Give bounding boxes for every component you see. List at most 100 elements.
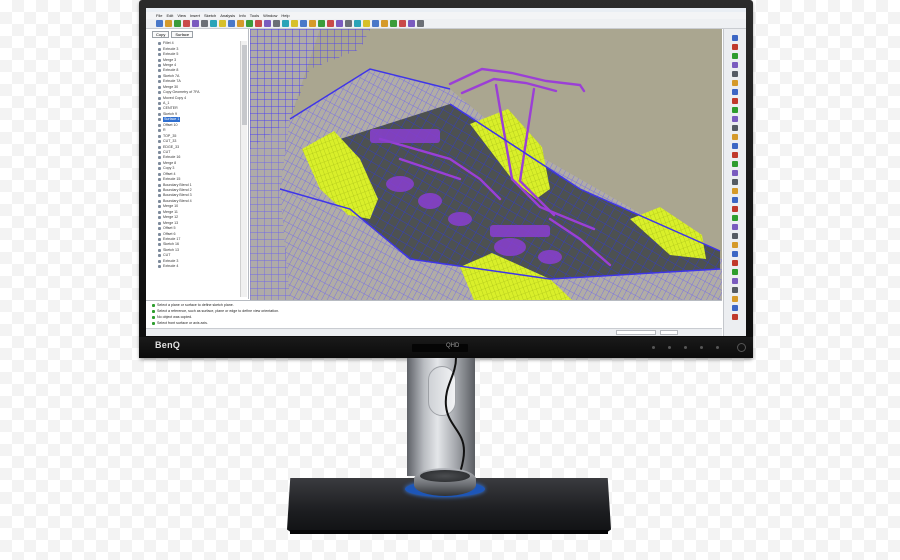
menu-help[interactable]: Help (281, 12, 289, 19)
sketch-tool-icon[interactable] (732, 35, 738, 41)
sketch-tool-icon[interactable] (732, 287, 738, 293)
sketch-tool-icon[interactable] (732, 188, 738, 194)
toolbar-tool-icon[interactable] (354, 20, 361, 27)
sketch-tool-icon[interactable] (732, 305, 738, 311)
feature-icon (158, 53, 161, 57)
toolbar-tool-icon[interactable] (246, 20, 253, 27)
tree-item-label: CUT (163, 149, 171, 154)
sketch-tool-icon[interactable] (732, 170, 738, 176)
osd-key[interactable] (716, 346, 719, 349)
feature-icon (158, 156, 161, 160)
menu-analysis[interactable]: Analysis (220, 12, 235, 19)
sketch-tool-icon[interactable] (732, 71, 738, 77)
sketch-tool-icon[interactable] (732, 143, 738, 149)
toolbar-tool-icon[interactable] (192, 20, 199, 27)
toolbar-tool-icon[interactable] (264, 20, 271, 27)
feature-icon (158, 102, 161, 106)
toolbar-tool-icon[interactable] (417, 20, 424, 27)
sketch-tool-icon[interactable] (732, 233, 738, 239)
sketch-tool-icon[interactable] (732, 251, 738, 257)
sketch-tool-icon[interactable] (732, 269, 738, 275)
toolbar-tool-icon[interactable] (165, 20, 172, 27)
sketch-tool-icon[interactable] (732, 215, 738, 221)
toolbar-tool-icon[interactable] (336, 20, 343, 27)
tree-item-label: Sketch 16 (163, 242, 179, 247)
toolbar-tool-icon[interactable] (381, 20, 388, 27)
menu-info[interactable]: Info (239, 12, 246, 19)
sketch-tool-icon[interactable] (732, 116, 738, 122)
toolbar-tool-icon[interactable] (300, 20, 307, 27)
toolbar-tool-icon[interactable] (219, 20, 226, 27)
sketch-tool-icon[interactable] (732, 125, 738, 131)
sketch-tool-icon[interactable] (732, 62, 738, 68)
sketch-tool-icon[interactable] (732, 314, 738, 320)
menu-tools[interactable]: Tools (250, 12, 259, 19)
toolbar-tool-icon[interactable] (282, 20, 289, 27)
sketch-tool-icon[interactable] (732, 89, 738, 95)
toolbar-tool-icon[interactable] (210, 20, 217, 27)
sketch-tool-icon[interactable] (732, 152, 738, 158)
tree-filter-dropdown[interactable]: Copy (152, 31, 170, 38)
tree-item[interactable]: Copy Geometry of 7FA (158, 90, 200, 95)
toolbar-tool-icon[interactable] (228, 20, 235, 27)
status-field[interactable] (616, 330, 656, 335)
tree-item[interactable]: Extrude 4 (158, 264, 200, 269)
menu-bar: File Edit View Insert Sketch Analysis Info Tool… (146, 12, 746, 19)
toolbar-tool-icon[interactable] (318, 20, 325, 27)
sketch-tool-icon[interactable] (732, 224, 738, 230)
menu-sketch[interactable]: Sketch (204, 12, 216, 19)
toolbar-tool-icon[interactable] (309, 20, 316, 27)
osd-key[interactable] (684, 346, 687, 349)
menu-window[interactable]: Window (263, 12, 277, 19)
feature-icon (158, 254, 161, 258)
toolbar-tool-icon[interactable] (183, 20, 190, 27)
power-button[interactable] (737, 343, 746, 352)
toolbar-tool-icon[interactable] (399, 20, 406, 27)
toolbar-tool-icon[interactable] (156, 20, 163, 27)
sketch-tool-icon[interactable] (732, 107, 738, 113)
tree-type-dropdown[interactable]: Surface (171, 31, 194, 38)
toolbar-tool-icon[interactable] (363, 20, 370, 27)
tree-item-label: CUT_33 (163, 139, 177, 144)
sketch-tool-icon[interactable] (732, 179, 738, 185)
sketch-tool-icon[interactable] (732, 197, 738, 203)
osd-key[interactable] (668, 346, 671, 349)
toolbar-tool-icon[interactable] (174, 20, 181, 27)
feature-icon (158, 123, 161, 127)
sketch-tool-icon[interactable] (732, 53, 738, 59)
toolbar-tool-icon[interactable] (345, 20, 352, 27)
tree-scroll-thumb[interactable] (242, 45, 247, 125)
toolbar-tool-icon[interactable] (327, 20, 334, 27)
tree-scrollbar[interactable] (240, 41, 247, 297)
toolbar-tool-icon[interactable] (408, 20, 415, 27)
osd-key[interactable] (700, 346, 703, 349)
toolbar-tool-icon[interactable] (201, 20, 208, 27)
console-message: Select front surface or axis axis. (157, 321, 208, 325)
sketch-tool-icon[interactable] (732, 134, 738, 140)
menu-edit[interactable]: Edit (166, 12, 173, 19)
feature-icon (158, 178, 161, 182)
sketch-tool-icon[interactable] (732, 80, 738, 86)
stand-base-edge (290, 530, 608, 534)
sketch-tool-icon[interactable] (732, 296, 738, 302)
sketch-tool-icon[interactable] (732, 206, 738, 212)
osd-key[interactable] (652, 346, 655, 349)
toolbar-tool-icon[interactable] (273, 20, 280, 27)
toolbar-tool-icon[interactable] (291, 20, 298, 27)
menu-insert[interactable]: Insert (190, 12, 200, 19)
sketch-tool-icon[interactable] (732, 44, 738, 50)
sketch-tool-icon[interactable] (732, 260, 738, 266)
menu-file[interactable]: File (156, 12, 162, 19)
menu-view[interactable]: View (177, 12, 186, 19)
toolbar-tool-icon[interactable] (372, 20, 379, 27)
sketch-tool-icon[interactable] (732, 161, 738, 167)
3d-viewport[interactable] (250, 29, 722, 300)
sketch-tool-icon[interactable] (732, 278, 738, 284)
toolbar-tool-icon[interactable] (390, 20, 397, 27)
feature-icon (158, 85, 161, 89)
sketch-tool-icon[interactable] (732, 98, 738, 104)
toolbar-tool-icon[interactable] (255, 20, 262, 27)
sketch-tool-icon[interactable] (732, 242, 738, 248)
status-field[interactable] (660, 330, 678, 335)
toolbar-tool-icon[interactable] (237, 20, 244, 27)
